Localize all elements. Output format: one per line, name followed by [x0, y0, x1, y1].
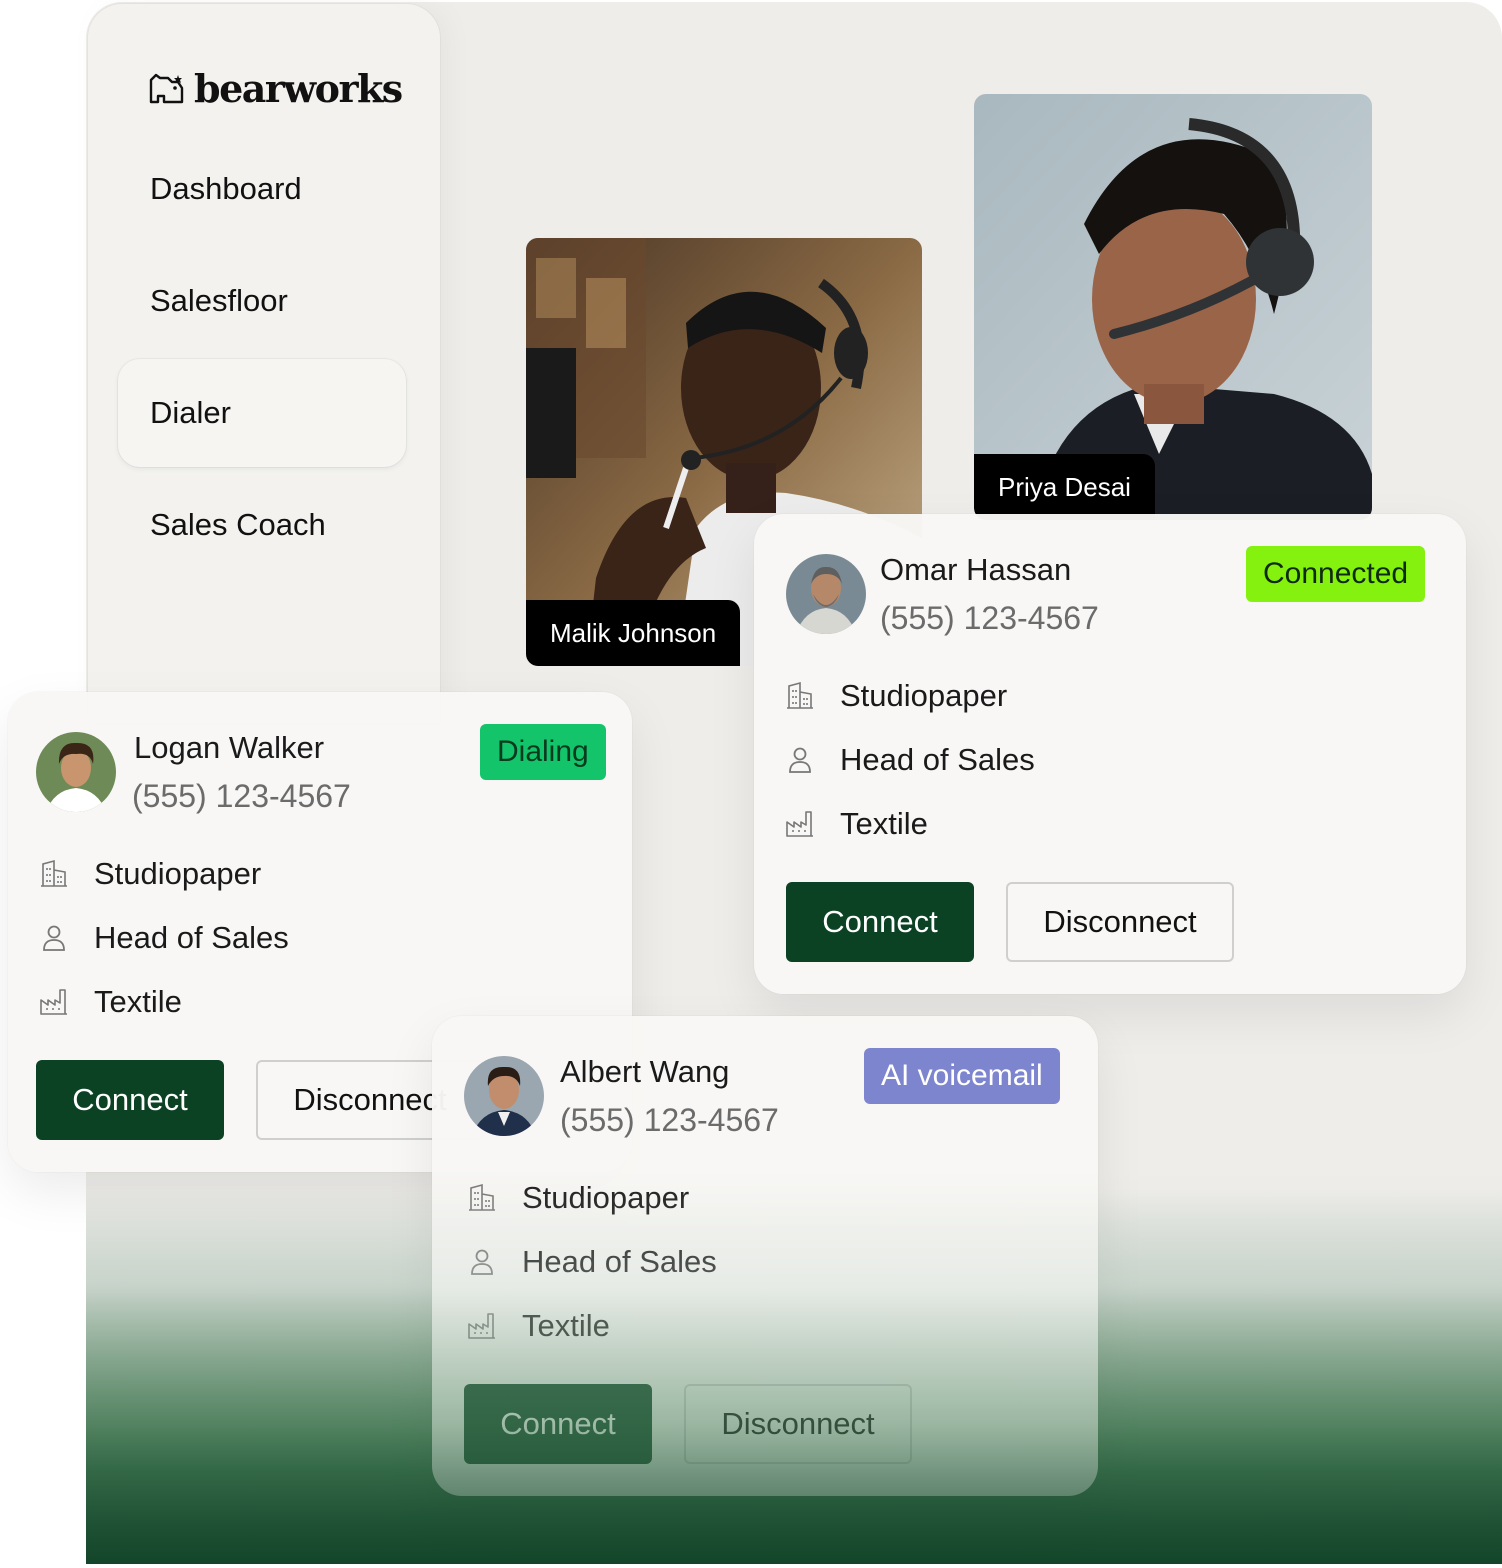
- company-row: Studiopaper: [784, 678, 1007, 714]
- role-title: Head of Sales: [94, 920, 289, 955]
- contact-name: Logan Walker: [134, 730, 325, 765]
- connect-button[interactable]: Connect: [786, 882, 974, 962]
- factory-icon: [468, 1313, 495, 1339]
- status-badge: Dialing: [480, 724, 606, 780]
- company-name: Studiopaper: [522, 1180, 690, 1215]
- contact-card-omar-hassan: Omar Hassan (555) 123-4567 Connected Stu…: [754, 514, 1466, 994]
- status-badge: AI voicemail: [864, 1048, 1060, 1104]
- contact-card-albert-wang: Albert Wang (555) 123-4567 AI voicemail …: [432, 1016, 1098, 1496]
- company-name: Studiopaper: [840, 678, 1008, 713]
- role-row: Head of Sales: [784, 742, 1035, 778]
- role-row: Head of Sales: [38, 920, 289, 956]
- sidebar: bearworks Dashboard Salesfloor Dialer Sa…: [88, 4, 440, 724]
- industry-name: Textile: [94, 984, 182, 1019]
- disconnect-button[interactable]: Disconnect: [1006, 882, 1234, 962]
- contact-phone: (555) 123-4567: [132, 778, 351, 814]
- role-title: Head of Sales: [840, 742, 1035, 777]
- participant-name-tag: Malik Johnson: [526, 600, 741, 666]
- industry-row: Textile: [466, 1308, 610, 1344]
- avatar: [36, 732, 116, 812]
- person-icon: [471, 1249, 493, 1275]
- contact-phone: (555) 123-4567: [560, 1102, 779, 1138]
- building-icon: [41, 859, 67, 887]
- bear-logo-icon: [149, 73, 184, 103]
- avatar: [786, 554, 866, 634]
- company-row: Studiopaper: [466, 1180, 689, 1216]
- industry-name: Textile: [840, 806, 928, 841]
- brand-name: bearworks: [194, 66, 403, 111]
- company-name: Studiopaper: [94, 856, 262, 891]
- brand-logo[interactable]: bearworks: [148, 66, 403, 111]
- sidebar-item-dashboard[interactable]: Dashboard: [118, 135, 406, 243]
- role-title: Head of Sales: [522, 1244, 717, 1279]
- company-row: Studiopaper: [38, 856, 261, 892]
- status-badge: Connected: [1246, 546, 1426, 602]
- participant-name-tag: Priya Desai: [974, 454, 1155, 520]
- connect-button[interactable]: Connect: [464, 1384, 652, 1464]
- disconnect-button[interactable]: Disconnect: [684, 1384, 912, 1464]
- contact-name: Albert Wang: [560, 1054, 730, 1089]
- industry-name: Textile: [522, 1308, 610, 1343]
- sidebar-item-dialer[interactable]: Dialer: [118, 359, 406, 467]
- contact-name: Omar Hassan: [880, 552, 1072, 587]
- building-icon: [787, 681, 813, 709]
- sidebar-item-salesfloor[interactable]: Salesfloor: [118, 247, 406, 355]
- connect-button[interactable]: Connect: [36, 1060, 224, 1140]
- role-row: Head of Sales: [466, 1244, 717, 1280]
- person-icon: [43, 925, 65, 951]
- video-tile-priya-desai[interactable]: Priya Desai: [974, 94, 1372, 520]
- avatar: [464, 1056, 544, 1136]
- person-icon: [789, 747, 811, 773]
- industry-row: Textile: [784, 806, 928, 842]
- factory-icon: [786, 811, 813, 837]
- sidebar-item-sales-coach[interactable]: Sales Coach: [118, 471, 406, 579]
- building-icon: [469, 1183, 495, 1211]
- contact-phone: (555) 123-4567: [880, 600, 1099, 636]
- factory-icon: [40, 989, 67, 1015]
- industry-row: Textile: [38, 984, 182, 1020]
